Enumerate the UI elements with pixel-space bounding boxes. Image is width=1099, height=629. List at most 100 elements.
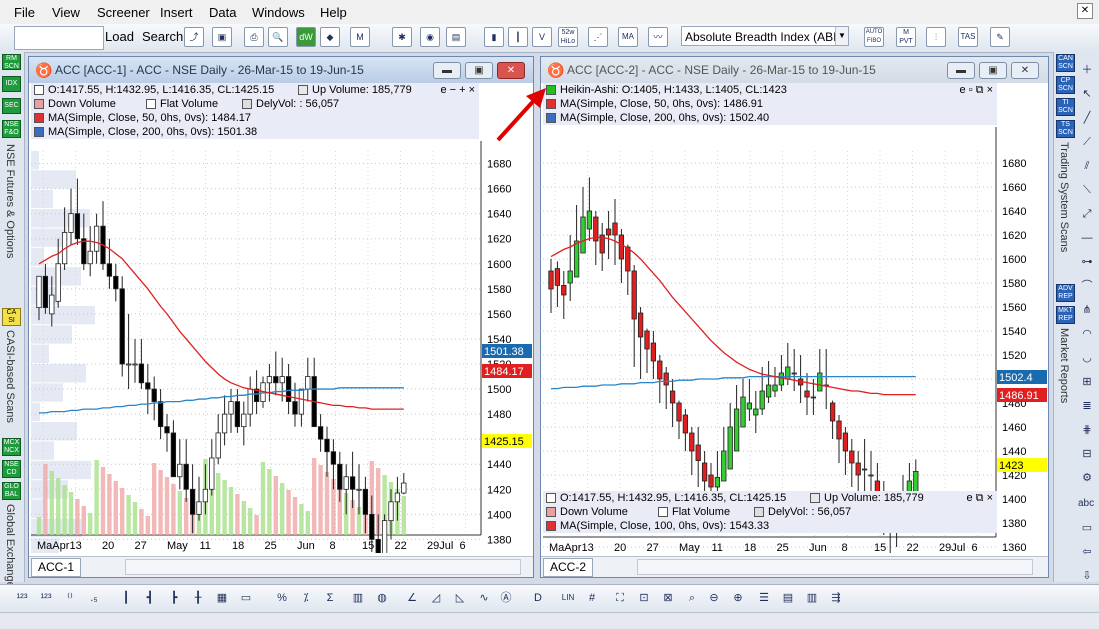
chart-titlebar[interactable]: ♉ ACC [ACC-1] - ACC - NSE Daily - 26-Mar… [29,57,533,83]
price-chart-acc-1[interactable]: 1680166016401620160015801560154015201500… [31,141,533,553]
menu-view[interactable]: View [52,5,80,20]
hline-icon[interactable]: — [1079,230,1095,246]
ray-icon[interactable]: ⟍ [1079,182,1095,198]
maximize-button[interactable]: ▣ [979,62,1007,79]
zoom-box-icon[interactable]: ⊡ [636,590,652,606]
chart-cursor-icon[interactable]: ⤴ [184,27,204,47]
minimize-button[interactable]: ▬ [433,62,461,79]
fibo-icon[interactable]: ≣ [1079,398,1095,414]
pitchfork-icon[interactable]: ⋕ [1079,422,1095,438]
triangle-a-icon[interactable]: ◿ [428,590,444,606]
stoploss-icon[interactable]: ⟋ [1079,134,1095,150]
menu-insert[interactable]: Insert [160,5,193,20]
diamond-icon[interactable]: ◆ [320,27,340,47]
extend-icon[interactable]: ⤢ [1079,206,1095,222]
ts-scn-button[interactable]: TS SCN [1056,120,1075,138]
horizontal-scrollbar[interactable] [125,559,521,575]
chevron-down-icon[interactable]: ▼ [835,27,848,45]
network-icon[interactable]: ✱ [392,27,412,47]
lin-icon[interactable]: LIN [560,590,576,606]
close-button[interactable]: ✕ [1011,62,1039,79]
circle-p-icon[interactable]: ◍ [374,590,390,606]
candle-b-icon[interactable]: ┫ [142,590,158,606]
fibo-arc-icon[interactable]: ◠ [1079,326,1095,342]
rectangle-icon[interactable]: ▭ [1079,520,1095,536]
rm-scn-button[interactable]: RM SCN [2,54,21,70]
arrow-down-icon[interactable]: ⇩ [1079,568,1095,584]
menu-file[interactable]: File [14,5,35,20]
candle-a-icon[interactable]: ┃ [118,590,134,606]
can-scn-button[interactable]: CAN SCN [1056,54,1075,72]
mkt-rep-button[interactable]: MKT REP [1056,306,1075,324]
pointer-icon[interactable]: ↖ [1079,86,1095,102]
52w-hilo-icon[interactable]: 52w HiLo [558,27,578,47]
price-chart-acc-2[interactable]: 1680166016401620160015801560154015201500… [543,127,1048,553]
menu-help[interactable]: Help [320,5,347,20]
print-preview-icon[interactable]: 🔍 [268,27,288,47]
tab-acc-1[interactable]: ACC-1 [31,558,82,577]
zoom-area-icon[interactable]: ⊠ [660,590,676,606]
maximize-button[interactable]: ▣ [465,62,493,79]
legend-controls[interactable]: e ▫ ⧉ × [960,83,993,97]
layout-icon[interactable]: ▤ [446,27,466,47]
save-icon[interactable]: ▣ [212,27,232,47]
pen-icon[interactable]: ✎ [990,27,1010,47]
d-icon[interactable]: D [530,590,546,606]
menu-windows[interactable]: Windows [252,5,305,20]
trend-icon[interactable]: 〰 [648,27,668,47]
data-window-icon[interactable]: dW [296,27,316,47]
cp-scn-button[interactable]: CP SCN [1056,76,1075,94]
minimize-button[interactable]: ▬ [947,62,975,79]
segment-icon[interactable]: ⊶ [1079,254,1095,270]
zoom-fit-icon[interactable]: ⛶ [612,590,628,606]
mcx-ncx-button[interactable]: MCX NCX [2,438,21,456]
decimal-icon[interactable]: .₅ [86,590,102,606]
value-flag-icon[interactable]: ⁽⁾ [62,590,78,606]
hashgrid-icon[interactable]: # [584,590,600,606]
percent-icon[interactable]: % [274,590,290,606]
value-123-icon[interactable]: ¹²³ [14,590,30,606]
list-icon[interactable]: ☰ [756,590,772,606]
market-reports-label[interactable]: Market Reports [1058,328,1070,403]
menu-screener[interactable]: Screener [97,5,150,20]
menu-data[interactable]: Data [209,5,236,20]
chart-window-acc-1[interactable]: ♉ ACC [ACC-1] - ACC - NSE Daily - 26-Mar… [28,56,534,578]
text-tool-icon[interactable]: abc [1078,496,1094,512]
abc-icon[interactable]: Ⓐ [498,590,514,606]
zigzag-icon[interactable]: ⋰ [588,27,608,47]
idx-button[interactable]: IDX [2,76,21,92]
candle-d-icon[interactable]: ╂ [190,590,206,606]
arc-icon[interactable]: ⌒ [1079,278,1095,294]
nse-futures-options-label[interactable]: NSE Futures & Options [4,144,16,258]
close-button[interactable]: ✕ [497,62,525,79]
sec-button[interactable]: SEC [2,98,21,114]
global-exchange-label[interactable]: Global Exchange [4,504,16,588]
bar-chart-icon[interactable]: ▮ [484,27,504,47]
chart-titlebar[interactable]: ♉ ACC [ACC-2] - ACC - NSE Daily - 26-Mar… [541,57,1048,83]
scale-icon[interactable]: ⁒ [298,590,314,606]
trendline-icon[interactable]: ╱ [1079,110,1095,126]
value-right-icon[interactable]: ¹²³ [38,590,54,606]
volume-legend-controls[interactable]: e ⧉ × [966,491,993,505]
ohlc-icon[interactable]: ┃ [508,27,528,47]
nse-cd-button[interactable]: NSE CD [2,460,21,478]
candles-icon[interactable]: ⫶ [926,27,946,47]
global-button[interactable]: GLO BAL [2,482,21,500]
candle-c-icon[interactable]: ┣ [166,590,182,606]
tab-acc-2[interactable]: ACC-2 [543,558,594,577]
crosshair-icon[interactable]: ＋ [1079,62,1095,78]
nse-fo-button[interactable]: NSE F&O [2,120,21,138]
print-icon[interactable]: ⎙ [244,27,264,47]
globe-icon[interactable]: ◉ [420,27,440,47]
triangle-b-icon[interactable]: ◺ [452,590,468,606]
notes-icon[interactable]: ▥ [804,590,820,606]
app-close-icon[interactable]: ✕ [1077,3,1093,19]
sum-icon[interactable]: Σ [322,590,338,606]
sheet-icon[interactable]: ▤ [780,590,796,606]
fan-icon[interactable]: ⋔ [1079,302,1095,318]
grid-icon[interactable]: ⊟ [1079,446,1095,462]
gann-icon[interactable]: ⊞ [1079,374,1095,390]
symbol-input[interactable] [14,26,104,50]
bars-icon[interactable]: ▥ [350,590,366,606]
wave-icon[interactable]: ∿ [476,590,492,606]
